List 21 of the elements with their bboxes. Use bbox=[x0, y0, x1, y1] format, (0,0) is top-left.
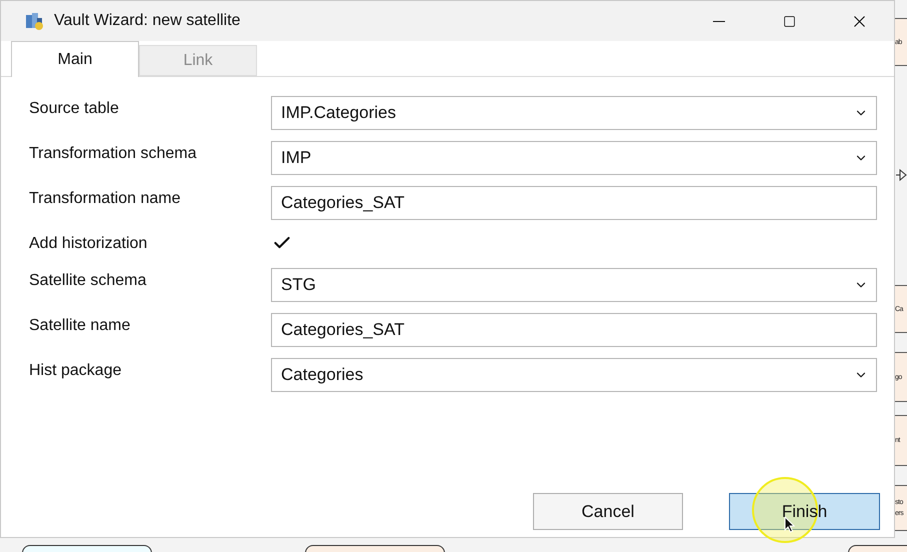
dropdown[interactable]: STG bbox=[271, 268, 877, 302]
minimize-icon bbox=[713, 20, 725, 22]
field-label: Transformation name bbox=[29, 189, 182, 209]
dropdown[interactable]: IMP bbox=[271, 141, 877, 175]
input-field[interactable]: Categories_SAT bbox=[271, 313, 877, 347]
field-label: Add historization bbox=[29, 234, 148, 254]
input-field[interactable]: Categories_SAT bbox=[271, 186, 877, 220]
window-title: Vault Wizard: new satellite bbox=[54, 11, 240, 31]
field-label: Satellite schema bbox=[29, 271, 148, 291]
dropdown[interactable]: IMP.Categories bbox=[271, 96, 877, 130]
maximize-icon bbox=[782, 14, 796, 28]
mouse-pointer-icon bbox=[784, 516, 795, 533]
dropdown[interactable]: Categories bbox=[271, 358, 877, 392]
field-label: Satellite name bbox=[29, 316, 132, 336]
arrow-icon bbox=[896, 168, 907, 182]
field-label: Transformation schema bbox=[29, 144, 198, 164]
cancel-button[interactable]: Cancel bbox=[533, 493, 683, 530]
tab[interactable]: Main bbox=[11, 41, 139, 77]
field-label: Hist package bbox=[29, 361, 122, 381]
field-label: Source table bbox=[29, 99, 120, 119]
app-icon bbox=[23, 10, 45, 32]
